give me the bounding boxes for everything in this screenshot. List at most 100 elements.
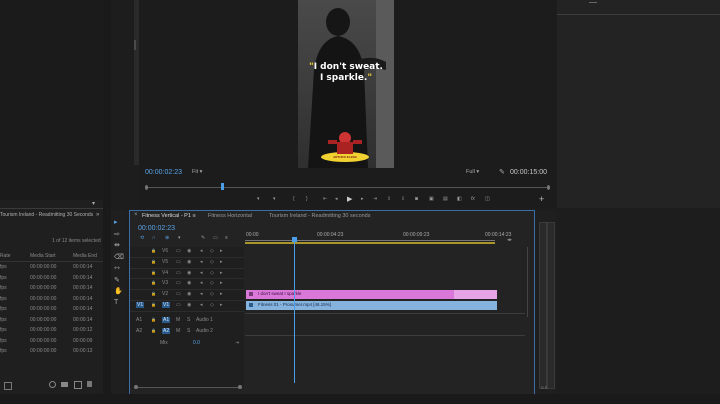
play-icon[interactable]: ▶ xyxy=(347,195,352,203)
trim-icon[interactable]: ◧ xyxy=(457,196,462,202)
nest-icon[interactable]: ⟲ xyxy=(140,235,144,241)
audio-track-header[interactable]: A2 🔒 A2 M S Audio 2 xyxy=(130,326,244,337)
table-row[interactable]: fps 00:00:00:00 00:00:14 xyxy=(0,316,103,326)
table-row[interactable]: fps 00:00:00:00 00:00:14 xyxy=(0,295,103,305)
mix-track-header[interactable]: Mix 0.0 ⇥ xyxy=(130,338,244,349)
playhead-handle[interactable] xyxy=(292,237,297,242)
project-tab[interactable]: Tourism Ireland - Readmitting 30 Seconds xyxy=(0,212,93,221)
list-view-icon[interactable] xyxy=(4,382,12,390)
program-video-frame[interactable]: "I don't sweat. I sparkle." ARTURO ELENA xyxy=(298,0,394,168)
sync-lock-icon[interactable]: ▭ xyxy=(176,291,181,297)
step-back-icon[interactable]: ◂ xyxy=(335,196,338,202)
go-to-out-point-icon[interactable]: ⇥ xyxy=(373,196,377,202)
prev-keyframe-icon[interactable]: ◂ xyxy=(200,248,203,254)
table-row[interactable]: fps 00:00:00:00 00:00:09 xyxy=(0,337,103,347)
lock-icon[interactable]: 🔒 xyxy=(151,317,156,322)
step-forward-icon[interactable]: ▸ xyxy=(361,196,364,202)
solo-button[interactable]: S xyxy=(187,317,190,323)
timeline-horizontal-scrollbar[interactable] xyxy=(134,385,242,389)
timeline-playhead[interactable] xyxy=(292,237,297,383)
settings-wrench-icon[interactable]: ✎ xyxy=(201,235,205,241)
search-icon[interactable] xyxy=(49,381,56,388)
wrench-icon[interactable]: ✎ xyxy=(499,168,505,176)
slip-tool-icon[interactable]: ⇿ xyxy=(114,264,120,272)
type-tool-icon[interactable]: T xyxy=(114,299,118,306)
ripple-edit-tool-icon[interactable]: ⇹ xyxy=(114,241,120,249)
scrollbar-handle-right[interactable] xyxy=(238,385,242,389)
trash-icon[interactable] xyxy=(87,381,92,387)
eye-icon[interactable]: ◉ xyxy=(187,280,191,286)
next-keyframe-icon[interactable]: ▸ xyxy=(220,259,223,265)
new-item-icon[interactable] xyxy=(74,381,82,389)
zoom-select[interactable]: Fit ▾ xyxy=(192,169,202,175)
tab-fitness-horizontal[interactable]: Fitness Horizontal xyxy=(208,213,252,219)
keyframe-icon[interactable]: ◇ xyxy=(210,270,214,276)
sync-lock-icon[interactable]: ▭ xyxy=(176,302,181,308)
panel-menu-icon[interactable]: » xyxy=(96,212,99,218)
mark-out-icon[interactable]: ▾ xyxy=(273,196,276,202)
mix-value[interactable]: 0.0 xyxy=(193,340,200,346)
eye-icon[interactable]: ◉ xyxy=(187,302,191,308)
tab-tourism-ireland[interactable]: Tourism Ireland - Readmitting 30 seconds xyxy=(269,213,371,219)
quality-select[interactable]: Full ▾ xyxy=(466,169,479,175)
go-to-out-icon[interactable]: } xyxy=(306,196,308,202)
tab-close-icon[interactable]: × xyxy=(134,212,138,218)
keyframe-icon[interactable]: ◇ xyxy=(210,259,214,265)
sync-lock-icon[interactable]: ▭ xyxy=(176,270,181,276)
sync-lock-icon[interactable]: ▭ xyxy=(176,248,181,254)
lock-icon[interactable]: 🔒 xyxy=(151,328,156,333)
caption-clip[interactable]: I don't sweat I sparkle xyxy=(246,290,497,299)
panel-arrow-icon[interactable]: ▾ xyxy=(92,200,95,207)
hand-tool-icon[interactable]: ✋ xyxy=(114,287,123,295)
lock-icon[interactable]: 🔒 xyxy=(151,291,156,296)
table-row[interactable]: fps 00:00:00:00 00:00:12 xyxy=(0,326,103,336)
folder-icon[interactable] xyxy=(61,382,68,387)
export-frame-icon[interactable]: ◙ xyxy=(415,196,418,202)
video-clip[interactable]: Fitness 01 - Prosumer.mp4 [46.15%] xyxy=(246,301,497,310)
table-row[interactable]: fps 00:00:00:00 00:00:14 xyxy=(0,284,103,294)
fx-icon[interactable]: fx xyxy=(471,196,475,202)
tab-fitness-vertical[interactable]: Fitness Vertical - P1 ≡ xyxy=(142,213,196,219)
program-scrub-bar[interactable] xyxy=(145,183,550,190)
col-rate[interactable]: Rate xyxy=(0,253,11,259)
snap-icon[interactable]: ∩ xyxy=(152,235,156,241)
table-row[interactable]: fps 00:00:00:00 00:00:14 xyxy=(0,305,103,315)
eye-icon[interactable]: ◉ xyxy=(187,270,191,276)
scrub-playhead[interactable] xyxy=(221,183,224,190)
overwrite-icon[interactable]: ▤ xyxy=(443,196,448,202)
col-media-end[interactable]: Media End xyxy=(73,253,97,259)
prev-keyframe-icon[interactable]: ◂ xyxy=(200,270,203,276)
table-row[interactable]: fps 00:00:00:00 00:00:14 xyxy=(0,263,103,273)
prev-keyframe-icon[interactable]: ◂ xyxy=(200,259,203,265)
selection-tool-icon[interactable]: ▸ xyxy=(114,218,118,226)
timeline-vertical-scrollbar[interactable] xyxy=(526,247,530,317)
next-keyframe-icon[interactable]: ▸ xyxy=(220,291,223,297)
go-to-in-icon[interactable]: { xyxy=(293,196,295,202)
eye-icon[interactable]: ◉ xyxy=(187,291,191,297)
prev-keyframe-icon[interactable]: ◂ xyxy=(200,302,203,308)
eye-icon[interactable]: ◉ xyxy=(187,259,191,265)
prev-keyframe-icon[interactable]: ◂ xyxy=(200,291,203,297)
add-button-icon[interactable]: + xyxy=(539,194,544,204)
table-row[interactable]: fps 00:00:00:00 00:00:13 xyxy=(0,347,103,357)
right-panel-handle[interactable] xyxy=(589,2,597,3)
keyframe-icon[interactable]: ◇ xyxy=(210,291,214,297)
table-row[interactable]: fps 00:00:00:00 00:00:14 xyxy=(0,274,103,284)
razor-tool-icon[interactable]: ⌫ xyxy=(114,253,124,261)
timeline-ruler[interactable]: 00:00 00:00:04:23 00:00:09:23 00:00:14:2… xyxy=(245,230,525,244)
scrollbar-handle-left[interactable] xyxy=(134,385,138,389)
lock-icon[interactable]: 🔒 xyxy=(151,302,156,307)
next-keyframe-icon[interactable]: ▸ xyxy=(220,270,223,276)
next-keyframe-icon[interactable]: ▸ xyxy=(220,248,223,254)
go-to-in-point-icon[interactable]: ⇤ xyxy=(323,196,327,202)
go-to-end-icon[interactable]: ⇥ xyxy=(235,340,239,346)
lock-icon[interactable]: 🔒 xyxy=(151,248,156,253)
keyframe-icon[interactable]: ◇ xyxy=(210,248,214,254)
ruler-scroll-arrow-icon[interactable]: ◂▸ xyxy=(507,237,512,243)
pen-tool-icon[interactable]: ✎ xyxy=(114,276,120,284)
meter-mute-solo[interactable]: S S xyxy=(541,385,547,390)
mute-button[interactable]: M xyxy=(176,328,180,334)
col-media-start[interactable]: Media Start xyxy=(30,253,56,259)
sync-lock-icon[interactable]: ▭ xyxy=(176,280,181,286)
lock-icon[interactable]: 🔒 xyxy=(151,270,156,275)
